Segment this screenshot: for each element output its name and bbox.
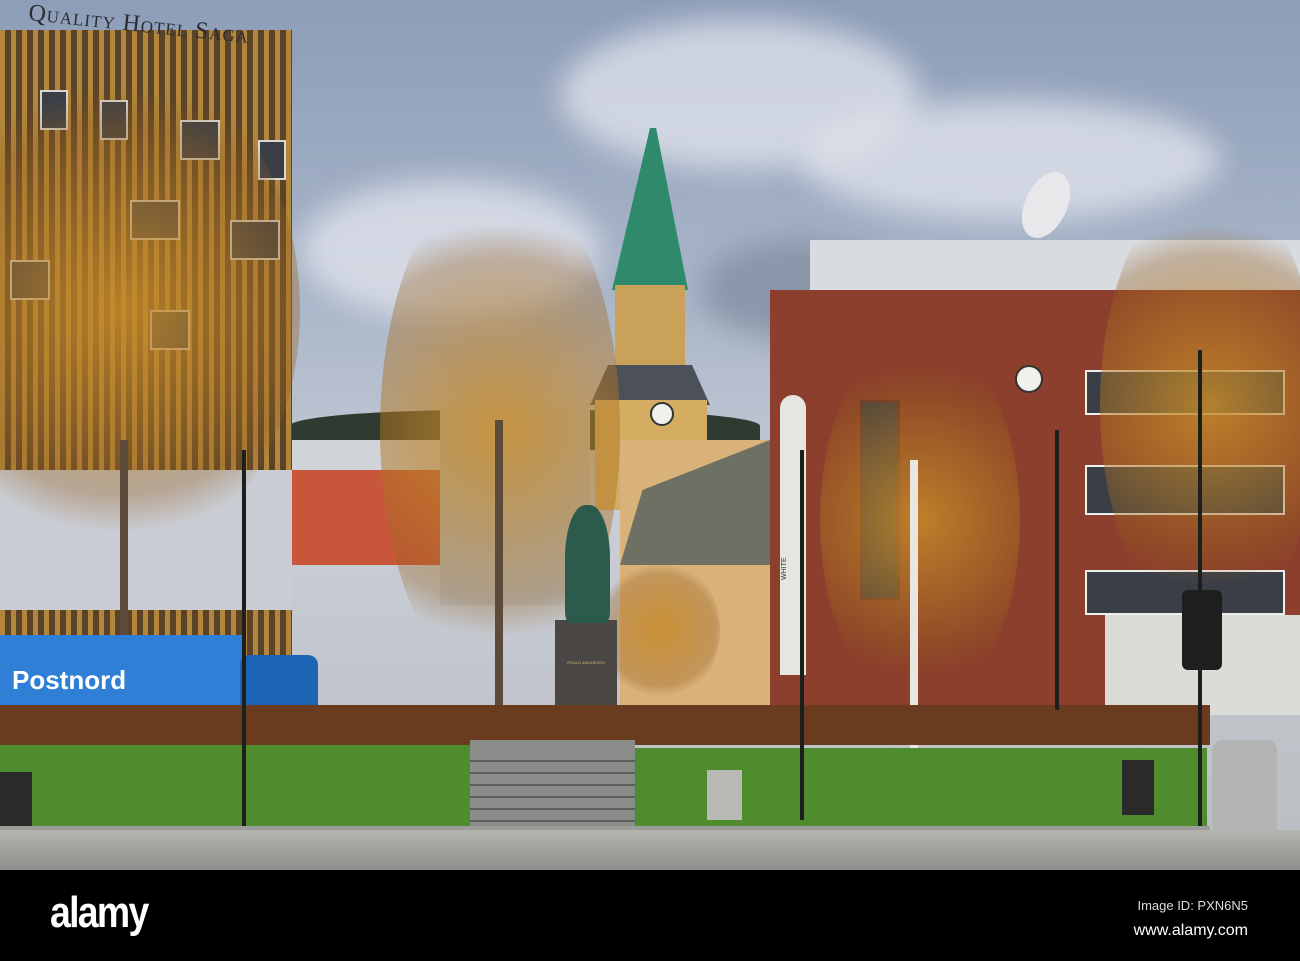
road [0, 830, 1300, 870]
lamp-post [1055, 430, 1059, 710]
image-id: Image ID: PXN6N5 [1137, 898, 1248, 913]
lawn-left [0, 745, 470, 835]
clock-icon [650, 402, 674, 426]
truck-label: Postnord [12, 665, 127, 695]
tree [600, 560, 720, 700]
trash-bin [1122, 760, 1154, 815]
amundsen-statue [565, 505, 610, 623]
info-pillar-text: WHITE [781, 557, 788, 580]
tree [820, 330, 1020, 710]
alamy-logo: alamy [50, 888, 149, 937]
tree-trunk [495, 420, 503, 740]
watermark-bar [0, 870, 1300, 961]
hedge [0, 705, 1210, 745]
trash-bin [0, 772, 32, 830]
photo: Quality Hotel Saga WHITE Postnord ROALD … [0, 0, 1300, 870]
lamp-post [800, 450, 804, 820]
traffic-light [1182, 590, 1222, 670]
clock-icon [1015, 365, 1043, 393]
statue-pedestal [555, 620, 617, 712]
cloud [800, 100, 1220, 220]
utility-box [707, 770, 742, 820]
lamp-post [242, 450, 246, 830]
church-tower [615, 285, 685, 375]
site-url: www.alamy.com [1133, 922, 1248, 939]
statue-inscription: ROALD AMUNDSEN [567, 660, 605, 665]
